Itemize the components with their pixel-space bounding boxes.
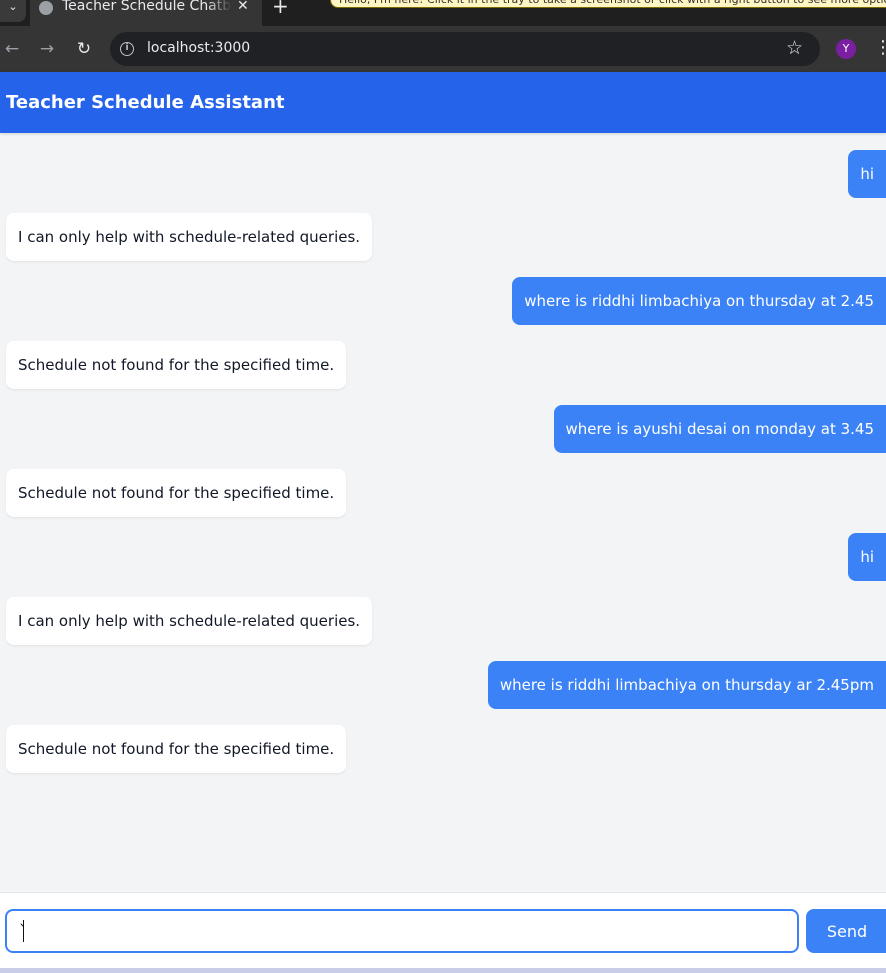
tray-tooltip: Hello, I'm here! Click it in the tray to… — [330, 0, 886, 8]
tab-close-icon[interactable]: ✕ — [237, 0, 249, 14]
user-message: where is riddhi limbachiya on thursday a… — [487, 661, 886, 709]
address-bar[interactable]: i localhost:3000 ☆ — [110, 32, 820, 66]
page-title: Teacher Schedule Assistant — [6, 92, 285, 113]
browser-tab[interactable]: Teacher Schedule Chatbot ✕ — [30, 0, 262, 26]
profile-avatar[interactable]: Y — [836, 39, 856, 59]
bot-message: I can only help with schedule-related qu… — [6, 213, 373, 261]
app-header: Teacher Schedule Assistant — [0, 72, 886, 133]
chat-area[interactable]: hi I can only help with schedule-related… — [0, 133, 886, 893]
user-message: where is ayushi desai on monday at 3.45 — [553, 405, 886, 453]
globe-icon — [39, 1, 53, 15]
new-tab-button[interactable]: + — [272, 0, 289, 16]
browser-toolbar: ← → ↻ i localhost:3000 ☆ Y ⋮ — [0, 26, 886, 72]
text-caret — [23, 920, 24, 942]
site-info-icon[interactable]: i — [120, 42, 134, 56]
reload-icon[interactable]: ↻ — [72, 37, 96, 61]
user-message: hi — [848, 150, 886, 198]
tab-title: Teacher Schedule Chatbot — [62, 0, 232, 14]
url-text[interactable]: localhost:3000 — [147, 40, 250, 56]
user-message: hi — [848, 533, 886, 581]
message-input[interactable] — [5, 909, 799, 953]
back-arrow-icon[interactable]: ← — [0, 37, 24, 61]
bookmark-star-icon[interactable]: ☆ — [786, 36, 803, 60]
tab-search-button[interactable]: ⌄ — [0, 0, 26, 22]
browser-tabstrip: ⌄ Teacher Schedule Chatbot ✕ + Hello, I'… — [0, 0, 886, 26]
forward-arrow-icon[interactable]: → — [35, 37, 59, 61]
bot-message: Schedule not found for the specified tim… — [6, 725, 347, 773]
message-composer: Send — [0, 892, 886, 968]
bot-message: Schedule not found for the specified tim… — [6, 341, 347, 389]
os-taskbar — [0, 968, 886, 973]
send-button[interactable]: Send — [806, 909, 886, 953]
browser-menu-icon[interactable]: ⋮ — [874, 36, 886, 60]
bot-message: Schedule not found for the specified tim… — [6, 469, 347, 517]
bot-message: I can only help with schedule-related qu… — [6, 597, 373, 645]
user-message: where is riddhi limbachiya on thursday a… — [512, 277, 886, 325]
